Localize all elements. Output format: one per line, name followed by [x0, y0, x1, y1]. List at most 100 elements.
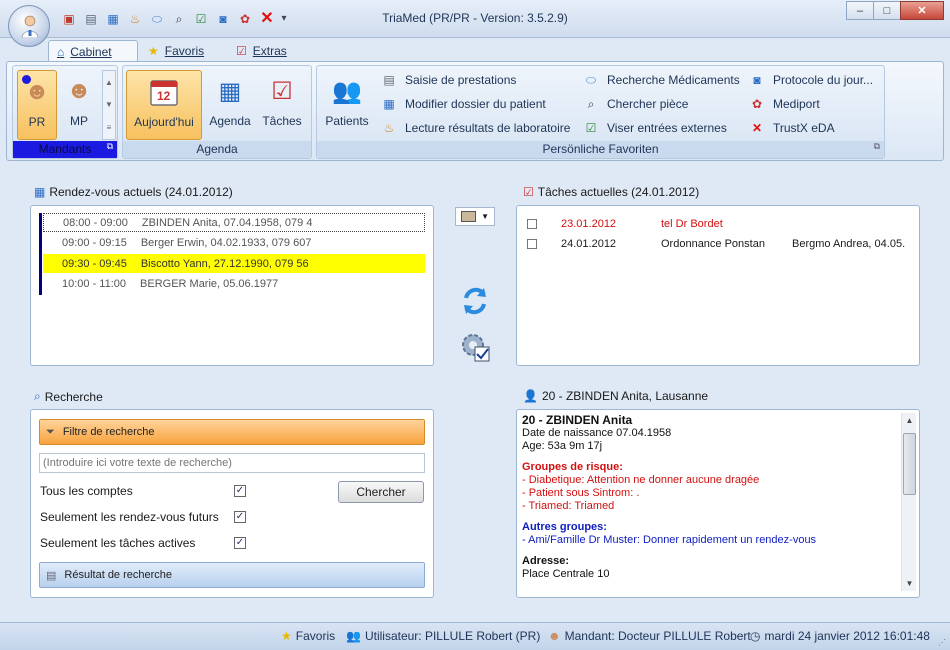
address-title: Adresse:: [522, 555, 570, 567]
window-controls: – □ ✕: [846, 1, 944, 20]
agenda-button[interactable]: ▦ Agenda: [207, 70, 253, 140]
appointments-panel: 08:00 - 09:00 ZBINDEN Anita, 07.04.1958,…: [30, 205, 434, 366]
title-bar: ▣ ▤ ▦ ♨ ⬭ ⌕ ☑ ◙ ✿ ✕ ▾ TriaMed (PR/PR - V…: [0, 0, 950, 38]
doctor-mp-icon: ☻: [66, 77, 92, 104]
agenda-group-label: Agenda: [123, 141, 311, 158]
calendar-today-icon: 12: [148, 75, 180, 109]
group-launcher-icon[interactable]: ⧉: [107, 138, 113, 155]
tab-cabinet[interactable]: ⌂ Cabinet: [48, 40, 138, 62]
fav-recherche-medicaments[interactable]: ⬭ Recherche Médicaments: [583, 70, 740, 90]
color-filter-dropdown[interactable]: ▼: [455, 207, 495, 226]
tab-extras[interactable]: ☑ Extras: [228, 40, 295, 62]
patient-panel: 20 - ZBINDEN Anita Date de naissance 07.…: [516, 409, 920, 598]
search-result-header[interactable]: ▤ Résultat de recherche: [39, 562, 425, 588]
close-button[interactable]: ✕: [900, 1, 944, 20]
appointment-row[interactable]: 09:30 - 09:45 Biscotto Yann, 27.12.1990,…: [43, 254, 425, 273]
fav-protocole-jour[interactable]: ◙ Protocole du jour...: [749, 70, 873, 90]
favorites-group: 👥 Patients ▤ Saisie de prestations ▦ Mod…: [316, 65, 885, 159]
scroll-down-icon[interactable]: ▼: [902, 576, 917, 591]
search-button[interactable]: Chercher: [338, 481, 424, 503]
option-active-tasks[interactable]: Seulement les tâches actives ✓: [40, 534, 246, 552]
refresh-icon[interactable]: [458, 284, 492, 318]
star-icon: ★: [281, 629, 292, 643]
funnel-icon: ⏷: [46, 425, 55, 438]
fav-trustx-eda[interactable]: ✕ TrustX eDA: [749, 118, 835, 138]
task-check-icon: ☑: [523, 185, 534, 199]
today-button[interactable]: 12 Aujourd'hui: [126, 70, 202, 140]
home-icon: ⌂: [57, 44, 65, 59]
tasks-panel: 23.01.2012 tel Dr Bordet 24.01.2012 Ordo…: [516, 205, 920, 366]
document-icon: ▤: [46, 569, 57, 582]
risk-groups-title: Groupes de risque:: [522, 461, 623, 473]
calendar-day: 12: [157, 89, 171, 103]
option-future-appointments[interactable]: Seulement les rendez-vous futurs ✓: [40, 508, 246, 526]
status-datetime: ◷ mardi 24 janvier 2012 16:01:48: [750, 629, 930, 643]
favorites-group-label: Persönliche Favoriten ⧉: [317, 141, 884, 158]
all-accounts-checkbox[interactable]: ✓: [234, 485, 246, 497]
fav-viser-entrees[interactable]: ☑ Viser entrées externes: [583, 118, 727, 138]
minimize-button[interactable]: –: [846, 1, 874, 20]
appointment-row[interactable]: 08:00 - 09:00 ZBINDEN Anita, 07.04.1958,…: [43, 213, 425, 232]
patient-heading: 20 - ZBINDEN Anita: [522, 413, 633, 427]
person-icon: 👤: [523, 389, 538, 403]
mandants-scroll[interactable]: ▲ ▼ ≡: [102, 70, 116, 140]
search-icon: ⌕: [34, 389, 41, 403]
status-favorites[interactable]: ★ Favoris: [281, 629, 335, 643]
scroll-thumb[interactable]: [903, 433, 916, 495]
status-bar: ★ Favoris 👥 Utilisateur: PILLULE Robert …: [0, 622, 950, 650]
maximize-button[interactable]: □: [873, 1, 901, 20]
search-icon: ⌕: [587, 96, 595, 111]
fav-modifier-dossier[interactable]: ▦ Modifier dossier du patient: [381, 94, 545, 114]
search-input[interactable]: [39, 453, 425, 473]
task-row[interactable]: 23.01.2012 tel Dr Bordet: [527, 214, 723, 234]
fav-lecture-laboratoire[interactable]: ♨ Lecture résultats de laboratoire: [381, 118, 571, 138]
other-group-item: - Ami/Famille Dr Muster: Donner rapideme…: [522, 534, 817, 546]
search-title: ⌕ Recherche: [34, 389, 103, 404]
fav-saisie-prestations[interactable]: ▤ Saisie de prestations: [381, 70, 516, 90]
mandant-mp-button[interactable]: ☻ MP: [59, 70, 99, 140]
check-doc-icon: ☑: [585, 121, 597, 135]
scroll-up-icon[interactable]: ▲: [902, 413, 917, 428]
tab-favoris[interactable]: ★ Favoris: [140, 40, 212, 62]
calendar-grid-icon: ▦: [218, 77, 242, 105]
application-menu-button[interactable]: [8, 5, 50, 47]
risk-item: - Triamed: Triamed: [522, 500, 615, 512]
window-title: TriaMed (PR/PR - Version: 3.5.2.9): [382, 11, 568, 25]
star-icon: ★: [148, 44, 159, 58]
appointments-day-bar: [39, 213, 42, 295]
other-groups-title: Autres groupes:: [522, 521, 607, 533]
option-all-accounts[interactable]: Tous les comptes ✓: [40, 482, 246, 500]
fav-mediport[interactable]: ✿ Mediport: [749, 94, 820, 114]
task-checkbox[interactable]: [527, 219, 537, 229]
patient-scrollbar[interactable]: ▲ ▼: [901, 413, 916, 591]
patients-button[interactable]: 👥 Patients: [321, 70, 373, 140]
tasks-button[interactable]: ☑ Tâches: [259, 70, 305, 140]
patient-age: Age: 53a 9m 17j: [522, 440, 603, 452]
appointment-row[interactable]: 10:00 - 11:00 BERGER Marie, 05.06.1977: [43, 274, 425, 293]
pill-icon: ⬭: [585, 72, 597, 87]
calendar-grid-icon: ▦: [34, 185, 46, 199]
tasks-title: ☑ Tâches actuelles (24.01.2012): [523, 185, 700, 199]
search-filter-header[interactable]: ⏷ Filtre de recherche: [39, 419, 425, 445]
future-appointments-checkbox[interactable]: ✓: [234, 511, 246, 523]
address-line: Place Centrale 10: [522, 568, 610, 580]
patient-details: 20 - ZBINDEN Anita Date de naissance 07.…: [522, 414, 902, 581]
protocol-icon: ◙: [753, 73, 761, 87]
trustx-icon: ✕: [751, 121, 763, 135]
active-tasks-checkbox[interactable]: ✓: [234, 537, 246, 549]
status-mandant: ☻ Mandant: Docteur PILLULE Robert: [548, 629, 751, 643]
task-row[interactable]: 24.01.2012 Ordonnance Ponstan Bergmo And…: [527, 234, 905, 254]
group-launcher-icon[interactable]: ⧉: [874, 138, 880, 155]
agenda-group: 12 Aujourd'hui ▦ Agenda ☑ Tâches Agenda: [122, 65, 312, 159]
patients-icon: 👥: [332, 77, 362, 105]
resize-grip-icon[interactable]: ⋰: [938, 638, 948, 648]
settings-check-icon[interactable]: [458, 330, 492, 364]
users-icon: 👥: [346, 629, 361, 643]
appointment-row[interactable]: 09:00 - 09:15 Berger Erwin, 04.02.1933, …: [43, 233, 425, 252]
patient-title: 👤 20 - ZBINDEN Anita, Lausanne: [523, 389, 709, 403]
mandant-pr-button[interactable]: ☻ PR: [17, 70, 57, 140]
task-checkbox[interactable]: [527, 239, 537, 249]
fav-chercher-piece[interactable]: ⌕ Chercher pièce: [583, 94, 689, 114]
doctor-pr-icon: ☻: [21, 75, 53, 109]
risk-item: - Patient sous Sintrom: .: [522, 487, 640, 499]
